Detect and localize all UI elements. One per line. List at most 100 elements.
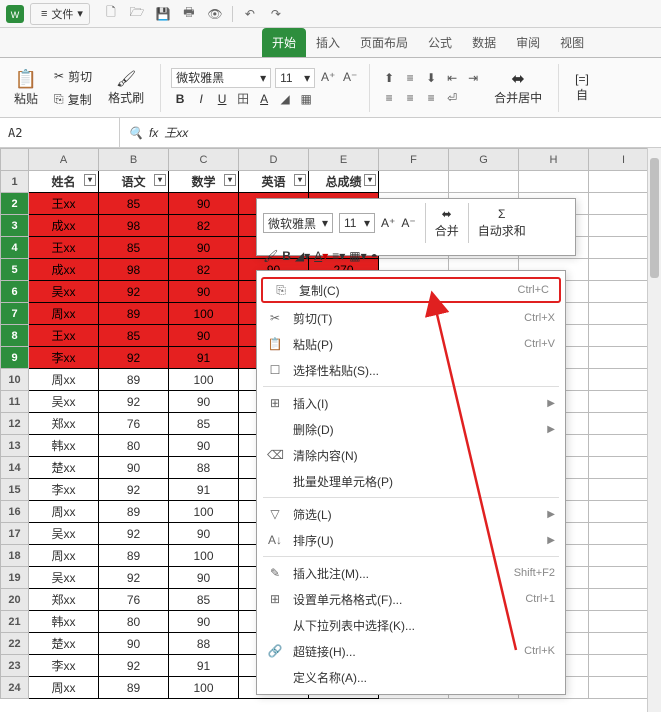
menu-item[interactable]: 定义名称(A)... <box>257 664 565 690</box>
column-header[interactable]: E <box>309 149 379 171</box>
row-header[interactable]: 7 <box>1 303 29 325</box>
menu-item[interactable]: ▽筛选(L)▶ <box>257 501 565 527</box>
cell[interactable]: 周xx <box>29 369 99 391</box>
cell[interactable]: 90 <box>169 523 239 545</box>
header-cell[interactable]: 姓名▾ <box>29 171 99 193</box>
cell[interactable]: 80 <box>99 435 169 457</box>
cell[interactable]: 88 <box>169 633 239 655</box>
cell[interactable]: 成xx <box>29 215 99 237</box>
column-header[interactable]: G <box>449 149 519 171</box>
cell[interactable]: 76 <box>99 589 169 611</box>
column-header[interactable]: D <box>239 149 309 171</box>
border-icon[interactable]: ▦▾ <box>349 249 366 263</box>
mini-merge-button[interactable]: ⬌合并 <box>435 207 459 239</box>
cell[interactable]: 82 <box>169 215 239 237</box>
cell[interactable]: 90 <box>169 281 239 303</box>
indent-decrease-icon[interactable]: ⇤ <box>443 69 461 87</box>
wrap-text-icon[interactable]: ⏎ <box>443 89 461 107</box>
menu-item[interactable]: 📋粘贴(P)Ctrl+V <box>257 331 565 357</box>
tab-review[interactable]: 审阅 <box>506 28 550 57</box>
cell[interactable]: 92 <box>99 391 169 413</box>
menu-item[interactable]: ⊞插入(I)▶ <box>257 390 565 416</box>
italic-icon[interactable]: I <box>192 90 210 108</box>
row-header[interactable]: 23 <box>1 655 29 677</box>
row-header[interactable]: 6 <box>1 281 29 303</box>
cell[interactable]: 王xx <box>29 193 99 215</box>
align-middle-icon[interactable]: ≡ <box>401 69 419 87</box>
increase-font-icon[interactable]: A⁺ <box>381 216 395 230</box>
cell[interactable] <box>519 171 589 193</box>
border-icon[interactable]: ▦ <box>297 90 315 108</box>
cell[interactable]: 韩xx <box>29 435 99 457</box>
cell[interactable]: 100 <box>169 369 239 391</box>
cell[interactable]: 王xx <box>29 325 99 347</box>
cell[interactable]: 周xx <box>29 501 99 523</box>
cell[interactable]: 楚xx <box>29 633 99 655</box>
copy-button[interactable]: ⎘复制 <box>50 89 96 110</box>
row-header[interactable]: 21 <box>1 611 29 633</box>
filter-icon[interactable]: ▾ <box>224 174 236 186</box>
row-header[interactable]: 20 <box>1 589 29 611</box>
save-icon[interactable]: 💾 <box>152 3 174 25</box>
bold-icon[interactable]: B <box>282 249 291 263</box>
row-header[interactable]: 19 <box>1 567 29 589</box>
cell[interactable]: 90 <box>169 611 239 633</box>
align-center-icon[interactable]: ≡ <box>401 89 419 107</box>
cell[interactable]: 92 <box>99 479 169 501</box>
menu-item[interactable]: 批量处理单元格(P) <box>257 468 565 494</box>
cell[interactable]: 周xx <box>29 545 99 567</box>
open-file-icon[interactable]: 🗁 <box>126 3 148 25</box>
cell[interactable]: 90 <box>169 567 239 589</box>
menu-item[interactable]: ✂剪切(T)Ctrl+X <box>257 305 565 331</box>
strikethrough-icon[interactable]: 田 <box>234 90 252 108</box>
cell[interactable]: 郑xx <box>29 589 99 611</box>
cell[interactable]: 91 <box>169 347 239 369</box>
vertical-scrollbar[interactable] <box>647 148 661 712</box>
row-header[interactable]: 9 <box>1 347 29 369</box>
cell[interactable]: 92 <box>99 567 169 589</box>
header-cell[interactable]: 英语▾ <box>239 171 309 193</box>
align-bottom-icon[interactable]: ⬇ <box>422 69 440 87</box>
cell[interactable]: 92 <box>99 281 169 303</box>
redo-icon[interactable]: ↷ <box>265 3 287 25</box>
cell[interactable]: 98 <box>99 259 169 281</box>
cell[interactable]: 89 <box>99 369 169 391</box>
increase-font-icon[interactable]: A⁺ <box>319 68 337 86</box>
print-preview-icon[interactable]: 👁 <box>204 3 226 25</box>
cell[interactable]: 王xx <box>29 237 99 259</box>
fill-color-icon[interactable]: ◢▾ <box>295 249 310 263</box>
merge-button[interactable]: ⬌ 合并居中 <box>488 67 548 108</box>
cell[interactable]: 楚xx <box>29 457 99 479</box>
header-cell[interactable]: 总成绩▾ <box>309 171 379 193</box>
column-header[interactable]: B <box>99 149 169 171</box>
indent-increase-icon[interactable]: ⇥ <box>464 69 482 87</box>
menu-item[interactable]: ⊞设置单元格格式(F)...Ctrl+1 <box>257 586 565 612</box>
cell[interactable]: 85 <box>99 237 169 259</box>
cell[interactable]: 85 <box>169 413 239 435</box>
cell[interactable]: 100 <box>169 501 239 523</box>
row-header[interactable]: 17 <box>1 523 29 545</box>
cell[interactable]: 吴xx <box>29 567 99 589</box>
row-header[interactable]: 15 <box>1 479 29 501</box>
cell[interactable]: 吴xx <box>29 281 99 303</box>
row-header[interactable]: 18 <box>1 545 29 567</box>
decrease-font-icon[interactable]: A⁻ <box>401 216 415 230</box>
row-header[interactable]: 1 <box>1 171 29 193</box>
row-header[interactable]: 4 <box>1 237 29 259</box>
print-icon[interactable]: 🖶 <box>178 3 200 25</box>
menu-item[interactable]: ☐选择性粘贴(S)... <box>257 357 565 383</box>
header-cell[interactable]: 数学▾ <box>169 171 239 193</box>
filter-icon[interactable]: ▾ <box>84 174 96 186</box>
tab-insert[interactable]: 插入 <box>306 28 350 57</box>
row-header[interactable]: 11 <box>1 391 29 413</box>
cell[interactable]: 88 <box>169 457 239 479</box>
undo-icon[interactable]: ↶ <box>239 3 261 25</box>
formula-bar[interactable]: 🔍 fx 王xx <box>120 124 196 141</box>
cell[interactable]: 85 <box>169 589 239 611</box>
font-size-select[interactable]: 11▾ <box>275 68 315 88</box>
menu-item[interactable]: ⎘复制(C)Ctrl+C <box>261 277 561 303</box>
cell[interactable]: 郑xx <box>29 413 99 435</box>
font-color-icon[interactable]: A▾ <box>314 249 328 263</box>
name-box[interactable]: A2 <box>0 118 120 147</box>
cell[interactable]: 89 <box>99 545 169 567</box>
